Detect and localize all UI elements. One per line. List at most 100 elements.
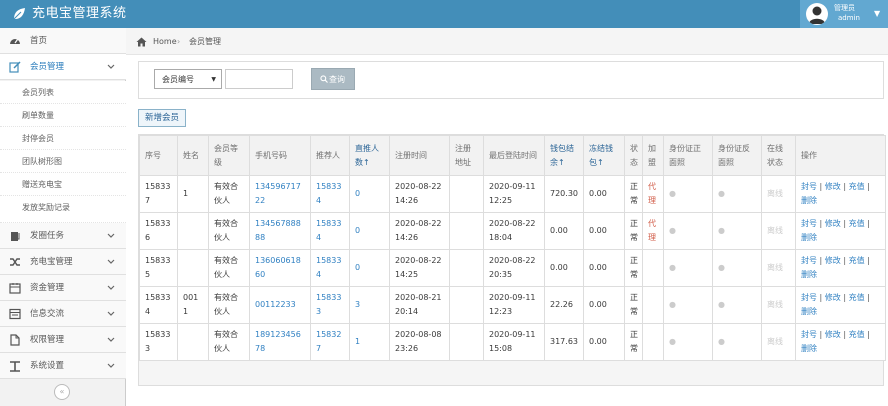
chevron-down-icon: [107, 311, 115, 316]
cell-frozen: 0.00: [583, 212, 625, 250]
delete-member-link[interactable]: 删除: [801, 307, 817, 316]
user-menu[interactable]: 管理员 admin ▼: [800, 0, 888, 28]
table-header-row: 序号 姓名 会员等级 手机号码 推荐人 直推人数↑ 注册时间 注册地址 最后登陆…: [139, 135, 886, 176]
action-divider: |: [867, 293, 870, 302]
cell-phone[interactable]: 13606061860: [249, 249, 311, 287]
delete-member-link[interactable]: 删除: [801, 270, 817, 279]
cell-direct-count[interactable]: 0: [349, 175, 390, 213]
column-header-online: 在线状态: [761, 135, 796, 176]
sidebar: 首页 会员管理 会员列表 刷单数量 封停会员 团队树形图 赠送充电宝 发放奖励记…: [0, 28, 126, 406]
cell-direct-count[interactable]: 1: [349, 323, 390, 361]
submenu-item-gift-powerbank[interactable]: 赠送充电宝: [0, 173, 126, 196]
recharge-link[interactable]: 充值: [849, 293, 865, 302]
submenu-item-order-count[interactable]: 刷单数量: [0, 104, 126, 127]
column-header-actions: 操作: [795, 135, 886, 176]
action-divider: |: [867, 182, 870, 191]
cell-referrer[interactable]: 158334: [310, 249, 350, 287]
cell-direct-count[interactable]: 0: [349, 249, 390, 287]
cell-direct-count[interactable]: 0: [349, 212, 390, 250]
delete-member-link[interactable]: 删除: [801, 196, 817, 205]
member-table-container: 序号 姓名 会员等级 手机号码 推荐人 直推人数↑ 注册时间 注册地址 最后登陆…: [138, 134, 886, 386]
cell-id: 158337: [139, 175, 178, 213]
column-header-id: 序号: [139, 135, 178, 176]
column-header-wallet-sort[interactable]: 钱包结余↑: [544, 135, 584, 176]
cell-phone[interactable]: 13459671722: [249, 175, 311, 213]
submenu-item-team-tree[interactable]: 团队树形图: [0, 150, 126, 173]
column-header-frozen-sort[interactable]: 冻结钱包↑: [583, 135, 625, 176]
sidebar-item-label: 会员管理: [30, 62, 65, 72]
action-divider: |: [819, 219, 823, 228]
cell-referrer[interactable]: 158334: [310, 175, 350, 213]
submenu-item-label: 赠送充电宝: [22, 180, 62, 189]
sidebar-item-messages[interactable]: 信息交流: [0, 301, 126, 327]
cell-actions: 封号 | 修改 | 充值 | 删除: [795, 323, 886, 361]
search-button[interactable]: 查询: [311, 68, 355, 90]
delete-member-link[interactable]: 删除: [801, 233, 817, 242]
sidebar-item-label: 权限管理: [30, 335, 65, 345]
cell-phone[interactable]: 18912345678: [249, 323, 311, 361]
cell-online: 离线: [761, 249, 796, 287]
cell-last-login: 2020-09-11 12:23: [483, 286, 545, 324]
column-header-status: 状态: [624, 135, 643, 176]
edit-member-link[interactable]: 修改: [825, 182, 841, 191]
delete-member-link[interactable]: 删除: [801, 344, 817, 353]
cell-name: [177, 212, 209, 250]
chevron-down-icon: [107, 64, 115, 69]
column-header-last-login: 最后登陆时间: [483, 135, 545, 176]
search-input[interactable]: [225, 69, 293, 89]
edit-member-link[interactable]: 修改: [825, 293, 841, 302]
breadcrumb-home-link[interactable]: Home: [153, 36, 177, 47]
chevron-down-icon: [107, 363, 115, 368]
submenu-item-reward-records[interactable]: 发放奖励记录: [0, 196, 126, 223]
add-member-button[interactable]: 新增会员: [138, 109, 186, 127]
ban-account-link[interactable]: 封号: [801, 330, 817, 339]
recharge-link[interactable]: 充值: [849, 256, 865, 265]
search-field-select[interactable]: 会员编号 ▼: [154, 69, 222, 89]
cell-register-address: [449, 323, 484, 361]
recharge-link[interactable]: 充值: [849, 219, 865, 228]
cell-level: 有效合伙人: [208, 323, 250, 361]
sidebar-item-settings[interactable]: 系统设置: [0, 353, 126, 379]
ban-account-link[interactable]: 封号: [801, 256, 817, 265]
sidebar-item-permissions[interactable]: 权限管理: [0, 327, 126, 353]
ban-account-link[interactable]: 封号: [801, 182, 817, 191]
table-row: 158336 有效合伙人 13456788888 158334 0 2020-08-22 …: [139, 212, 886, 250]
cell-phone[interactable]: 13456788888: [249, 212, 311, 250]
filter-panel: 会员编号 ▼ 查询: [138, 61, 884, 99]
ban-account-link[interactable]: 封号: [801, 293, 817, 302]
ban-account-link[interactable]: 封号: [801, 219, 817, 228]
cell-frozen: 0.00: [583, 249, 625, 287]
recharge-link[interactable]: 充值: [849, 330, 865, 339]
cell-online: 离线: [761, 175, 796, 213]
cell-name: [177, 323, 209, 361]
edit-member-link[interactable]: 修改: [825, 219, 841, 228]
sidebar-item-label: 资金管理: [30, 283, 65, 293]
cell-referrer[interactable]: 158333: [310, 286, 350, 324]
edit-member-link[interactable]: 修改: [825, 256, 841, 265]
sidebar-collapse-button[interactable]: «: [54, 384, 70, 400]
sidebar-item-powerbank[interactable]: 充电宝管理: [0, 249, 126, 275]
submenu-item-label: 刷单数量: [22, 111, 54, 120]
search-icon: [320, 75, 328, 83]
sidebar-item-home[interactable]: 首页: [0, 28, 126, 54]
cell-register-time: 2020-08-22 14:25: [389, 249, 450, 287]
cell-join: [642, 249, 664, 287]
sidebar-item-tasks[interactable]: 发圈任务: [0, 223, 126, 249]
sidebar-item-label: 系统设置: [30, 361, 65, 371]
cell-status: 正常: [624, 286, 643, 324]
cell-referrer[interactable]: 158334: [310, 212, 350, 250]
sidebar-item-members[interactable]: 会员管理: [0, 54, 126, 80]
submenu-item-member-list[interactable]: 会员列表: [0, 81, 126, 104]
submenu-item-banned-members[interactable]: 封停会员: [0, 127, 126, 150]
column-header-direct-count-sort[interactable]: 直推人数↑: [349, 135, 390, 176]
cell-id-front: ●: [663, 175, 713, 213]
recharge-link[interactable]: 充值: [849, 182, 865, 191]
cell-referrer[interactable]: 158327: [310, 323, 350, 361]
breadcrumb-current: 会员管理: [189, 37, 221, 46]
cell-phone[interactable]: 00112233: [249, 286, 311, 324]
action-divider: |: [843, 256, 847, 265]
cell-name: 0011: [177, 286, 209, 324]
sidebar-item-funds[interactable]: 资金管理: [0, 275, 126, 301]
edit-member-link[interactable]: 修改: [825, 330, 841, 339]
cell-direct-count[interactable]: 3: [349, 286, 390, 324]
